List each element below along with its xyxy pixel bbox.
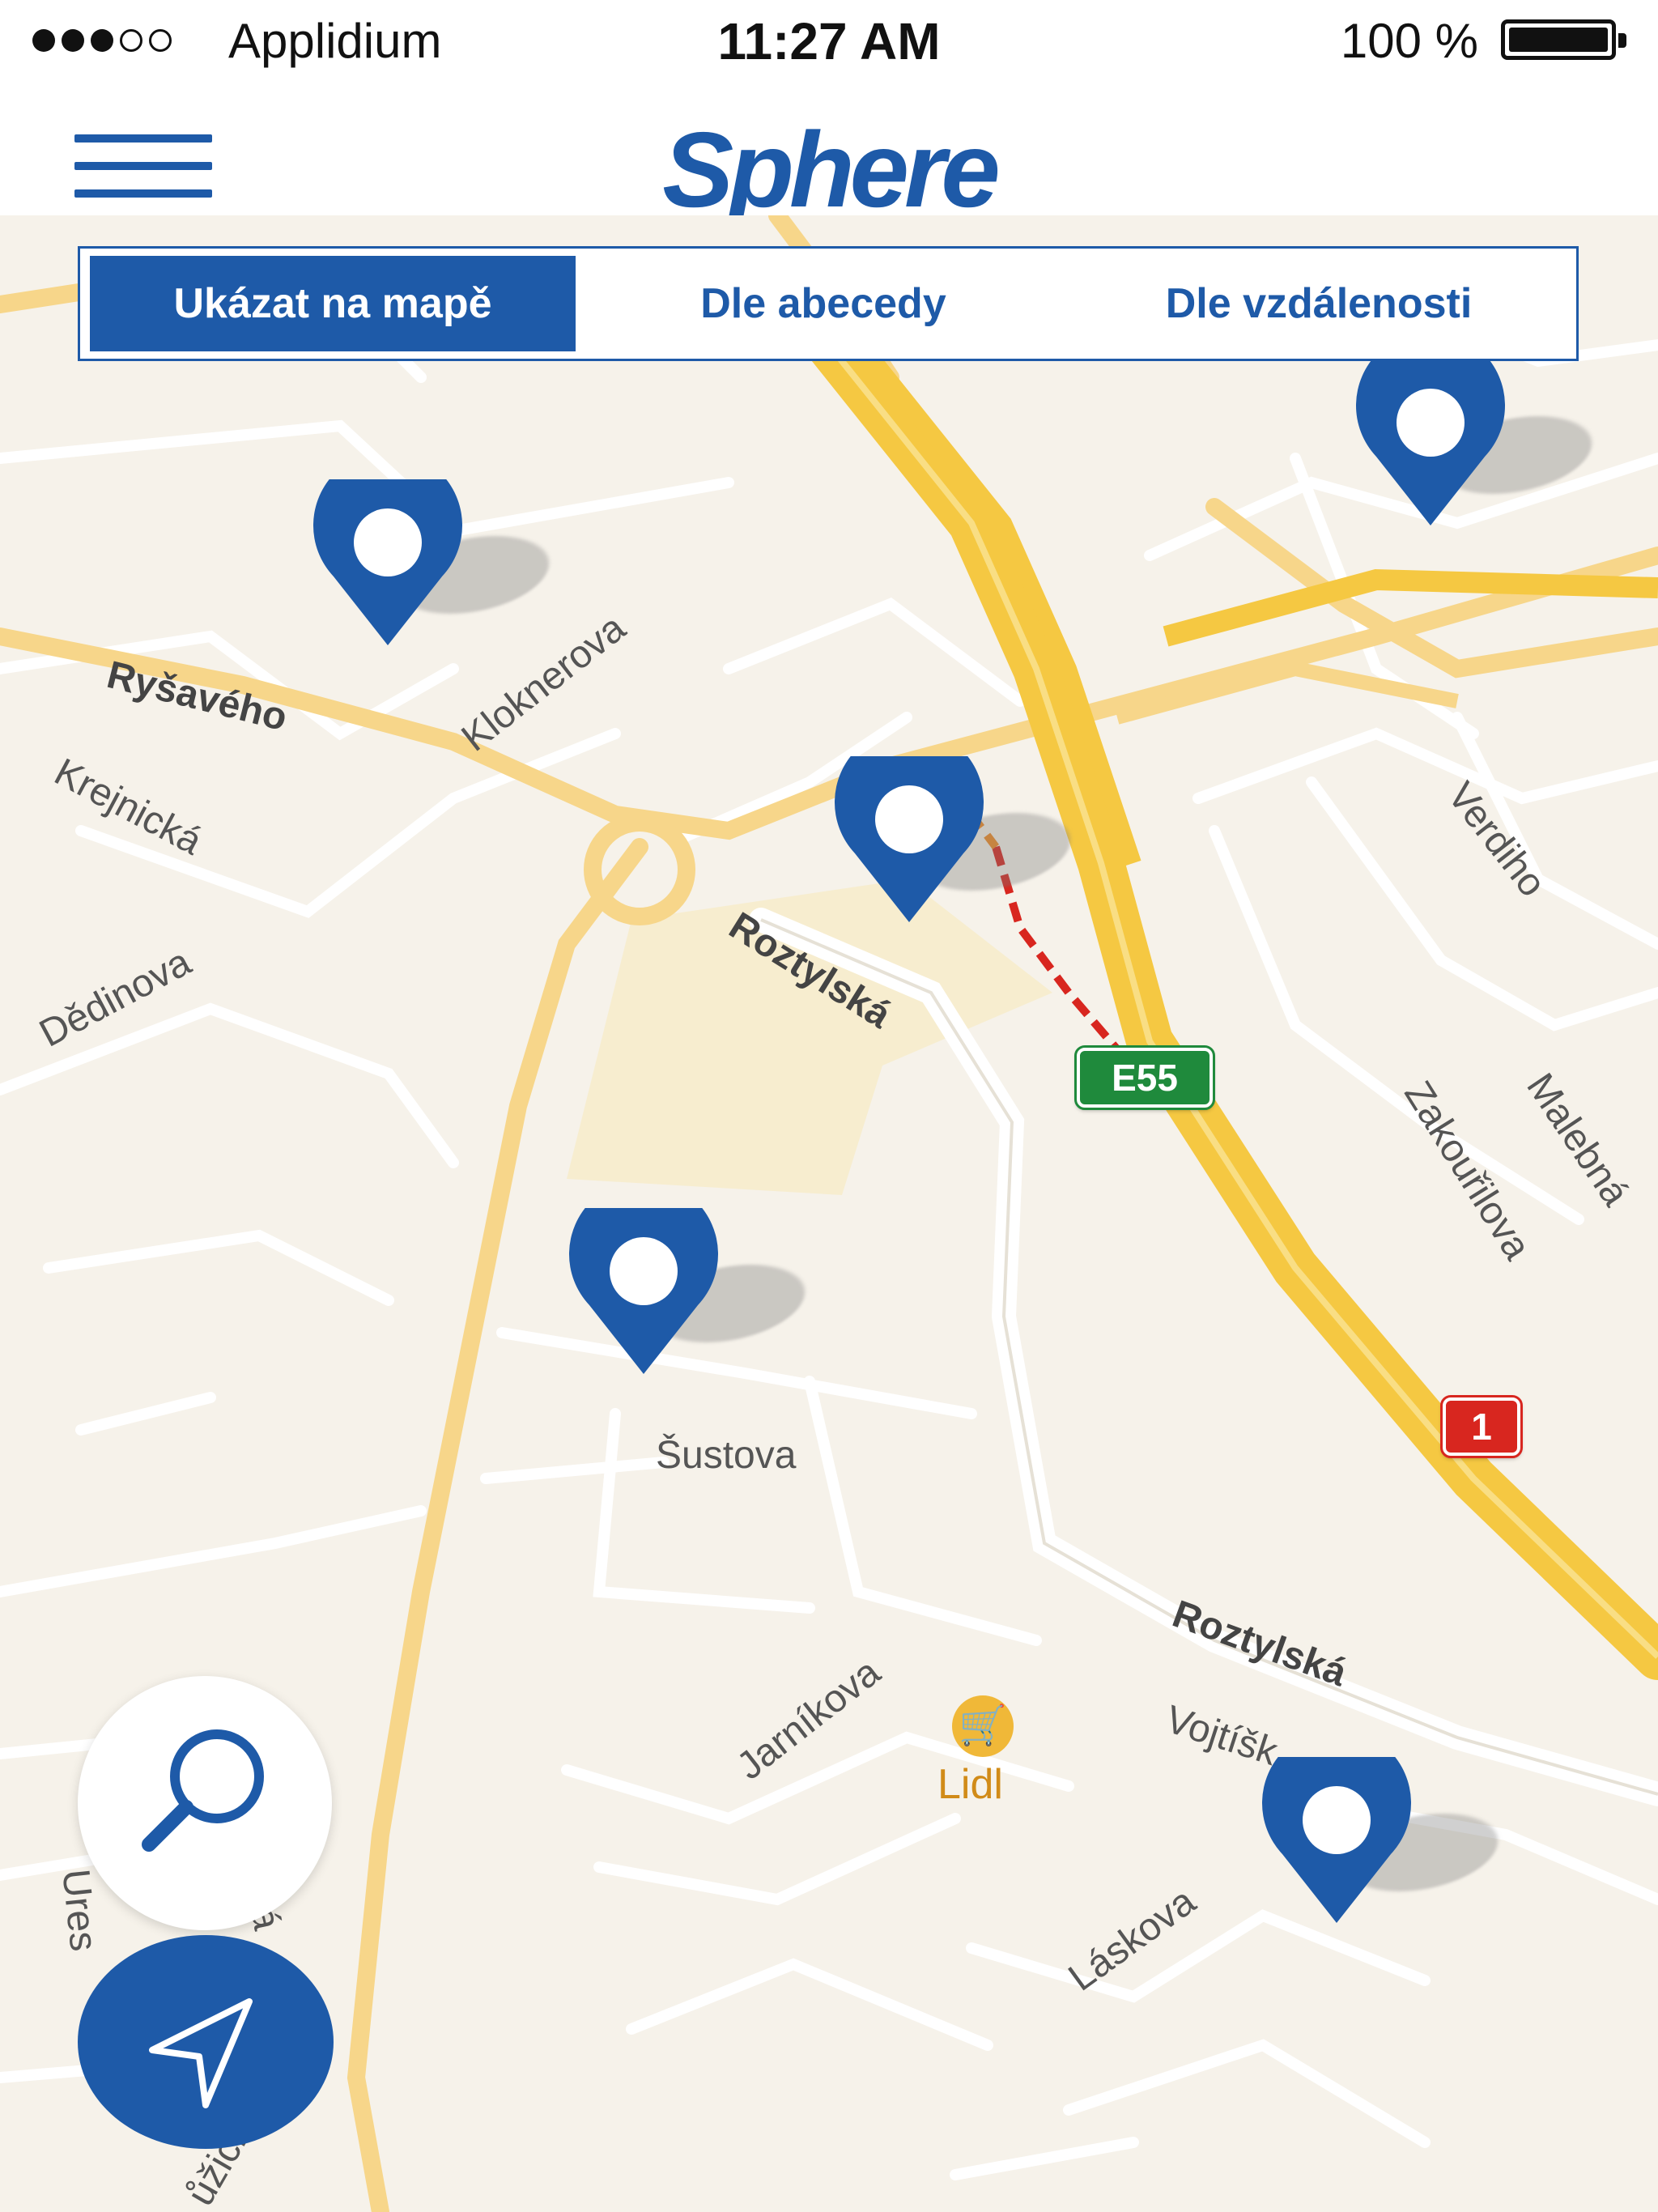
street-label: Šustova	[656, 1434, 797, 1477]
status-bar: Applidium 11:27 AM 100 %	[0, 0, 1658, 78]
route-shield-1: 1	[1440, 1395, 1523, 1458]
poi-label: Lidl	[937, 1761, 1003, 1808]
app-logo: Sphere	[662, 110, 1001, 229]
navigation-arrow-icon	[149, 1998, 253, 2108]
tab-by-distance[interactable]: Dle vzdálenosti	[1071, 256, 1567, 351]
navigation-bar: Sphere	[0, 78, 1658, 229]
tab-show-on-map[interactable]: Ukázat na mapě	[90, 256, 576, 351]
view-mode-segmented-control: Ukázat na mapě Dle abecedy Dle vzdálenos…	[78, 246, 1579, 361]
route-shield-e55: E55	[1074, 1045, 1215, 1110]
map-pin-icon[interactable]	[567, 1208, 824, 1378]
battery-icon	[1501, 19, 1626, 60]
map-pin-icon[interactable]	[311, 479, 568, 649]
battery-percentage: 100 %	[1340, 14, 1478, 68]
search-button[interactable]	[78, 1676, 332, 1930]
shopping-cart-icon[interactable]: 🛒	[952, 1695, 1014, 1757]
locate-me-button[interactable]	[78, 1935, 334, 2149]
map-pin-icon[interactable]	[832, 756, 1090, 926]
map-pin-icon[interactable]	[1354, 359, 1611, 530]
tab-alphabetical[interactable]: Dle abecedy	[576, 256, 1071, 351]
map-pin-icon[interactable]	[1260, 1757, 1517, 1927]
magnifier-icon	[142, 1729, 264, 1852]
